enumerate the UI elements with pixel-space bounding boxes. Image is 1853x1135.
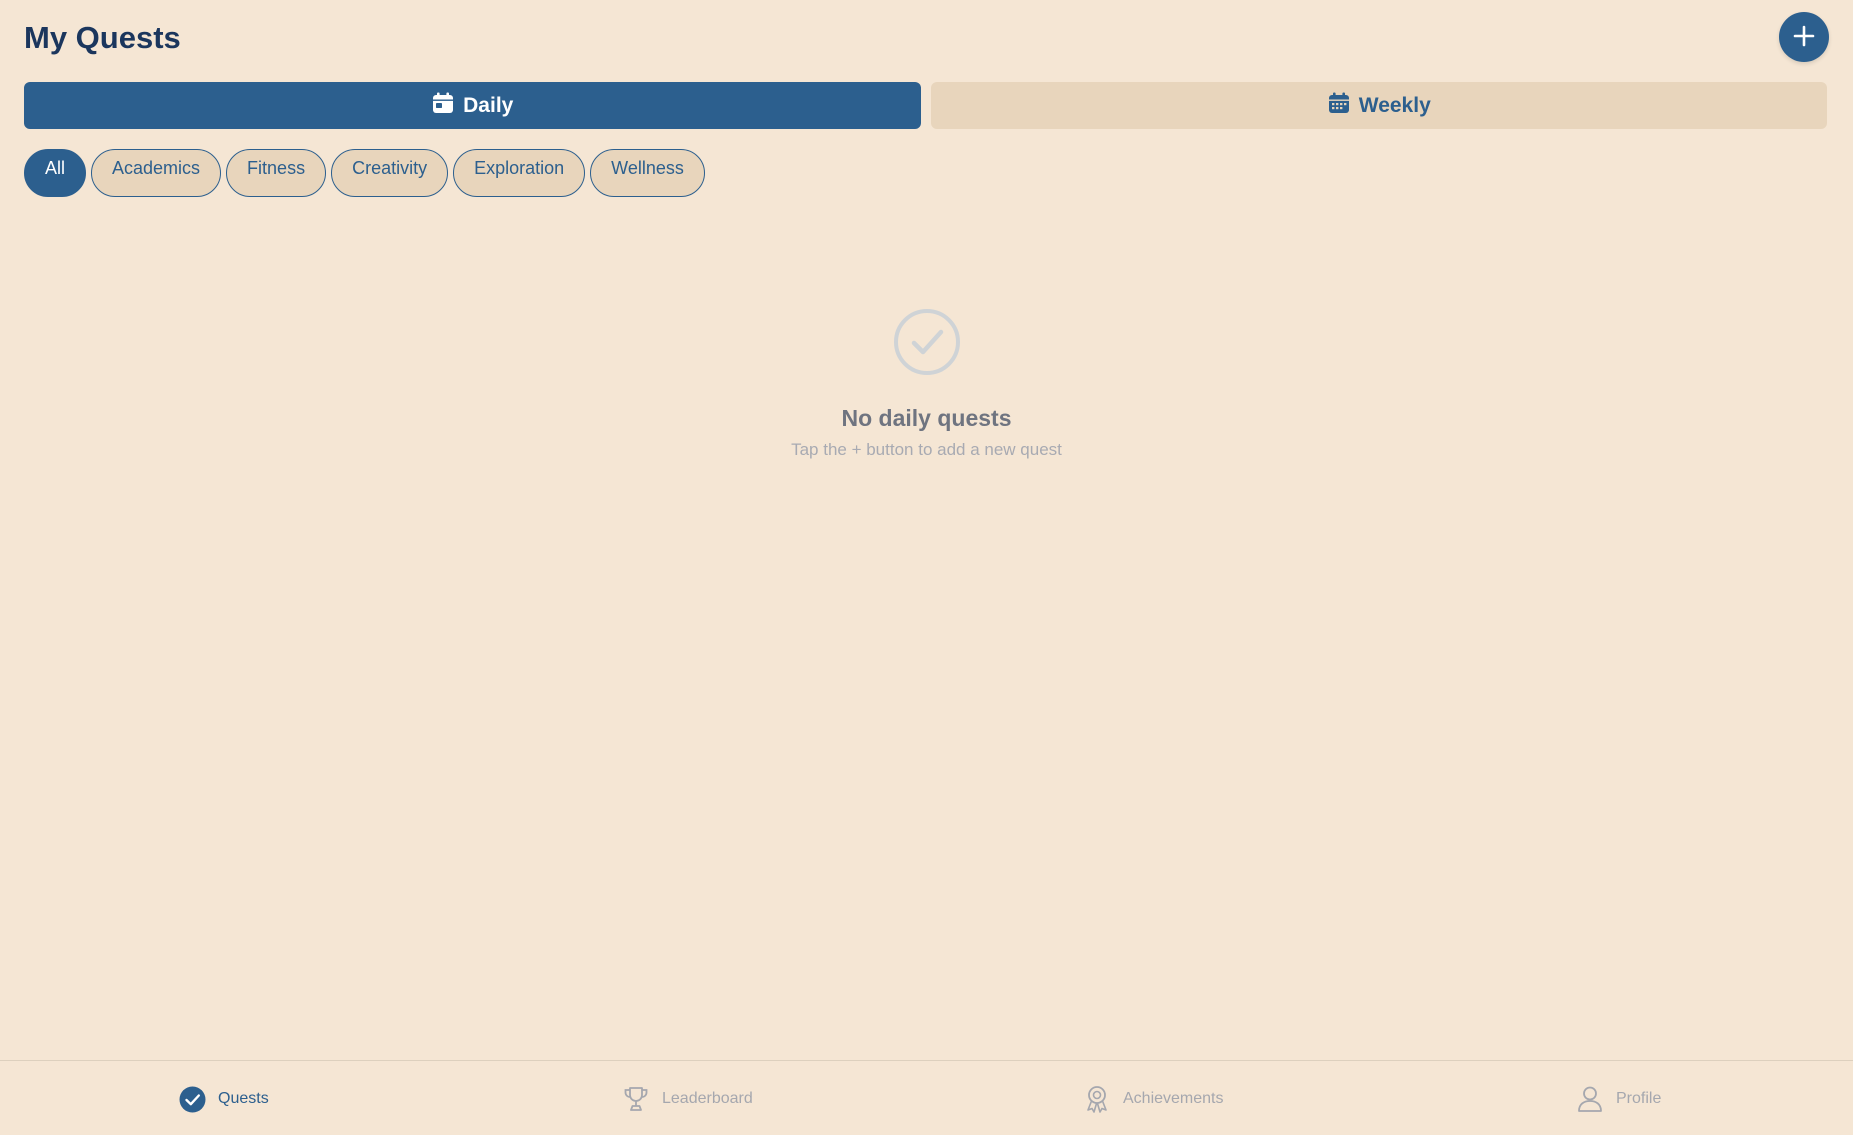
- quests-screen: My Quests Daily Weekly All Academics Fit…: [0, 0, 1853, 1135]
- category-filter: All Academics Fitness Creativity Explora…: [24, 149, 705, 199]
- tab-weekly-label: Weekly: [1358, 93, 1431, 117]
- nav-item-leaderboard[interactable]: Leaderboard: [622, 1085, 753, 1113]
- calendar-week-icon: [1327, 91, 1351, 121]
- bottom-nav: Quests Leaderboard Achievements Profile: [0, 1060, 1853, 1135]
- chip-wellness[interactable]: Wellness: [590, 149, 705, 197]
- chip-academics[interactable]: Academics: [91, 149, 222, 197]
- chip-exploration[interactable]: Exploration: [453, 149, 586, 197]
- empty-state-subtitle: Tap the + button to add a new quest: [791, 440, 1062, 459]
- nav-label-achievements: Achievements: [1123, 1090, 1224, 1107]
- header: My Quests: [24, 12, 1829, 62]
- chip-creativity[interactable]: Creativity: [331, 149, 449, 197]
- period-toggle: Daily Weekly: [24, 82, 1827, 129]
- nav-item-profile[interactable]: Profile: [1576, 1085, 1661, 1113]
- nav-label-profile: Profile: [1616, 1090, 1662, 1107]
- chip-all[interactable]: All: [24, 149, 87, 197]
- user-icon: [1576, 1085, 1604, 1113]
- tab-daily[interactable]: Daily: [24, 82, 921, 129]
- tab-daily-label: Daily: [463, 93, 514, 117]
- nav-item-quests[interactable]: Quests: [178, 1085, 269, 1113]
- plus-icon: [1792, 24, 1816, 51]
- award-ribbon-icon: [1083, 1085, 1111, 1113]
- page-title: My Quests: [24, 20, 181, 55]
- calendar-day-icon: [431, 91, 455, 121]
- check-circle-icon: [178, 1085, 206, 1113]
- add-quest-button[interactable]: [1779, 12, 1829, 62]
- empty-state-title: No daily quests: [841, 405, 1012, 431]
- tab-weekly[interactable]: Weekly: [930, 82, 1827, 129]
- trophy-icon: [622, 1085, 650, 1113]
- nav-item-achievements[interactable]: Achievements: [1083, 1085, 1224, 1113]
- empty-state: No daily quests Tap the + button to add …: [0, 308, 1853, 460]
- chip-fitness[interactable]: Fitness: [226, 149, 327, 197]
- nav-label-quests: Quests: [218, 1090, 269, 1107]
- nav-label-leaderboard: Leaderboard: [662, 1090, 753, 1107]
- check-circle-icon: [893, 308, 961, 376]
